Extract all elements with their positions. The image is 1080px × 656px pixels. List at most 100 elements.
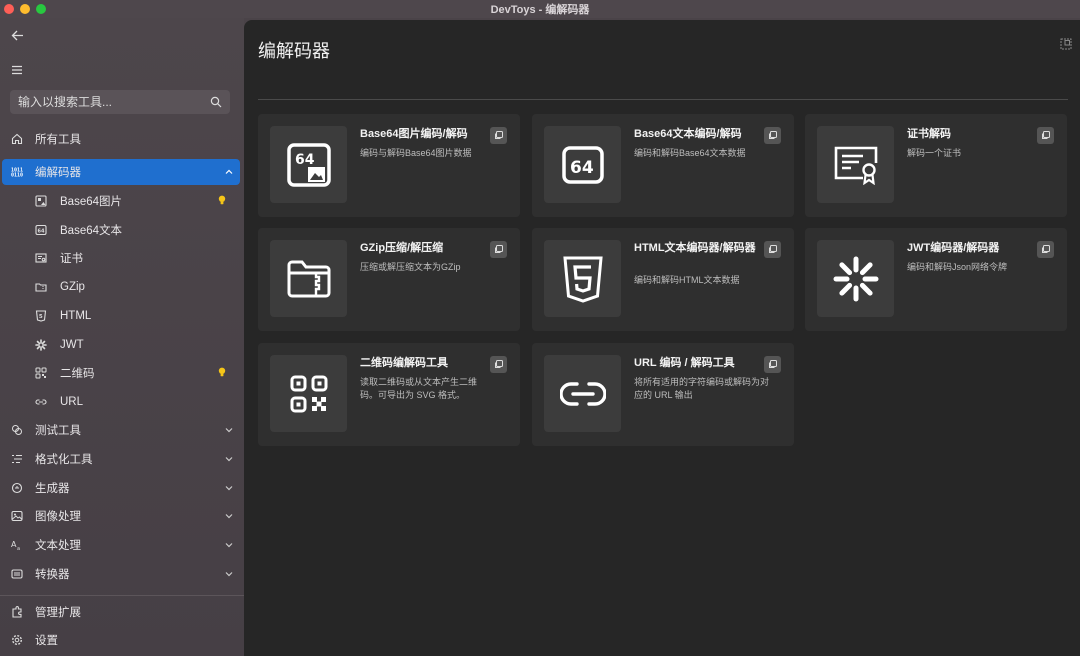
sidebar-item-encoders-decoders[interactable]: 1011 0110 编解码器 — [2, 159, 240, 185]
link-icon — [34, 395, 48, 409]
sidebar-item-gzip[interactable]: GZip — [2, 274, 240, 300]
open-in-new-window-button[interactable] — [764, 356, 781, 373]
tool-card-base64-text[interactable]: 64 Base64文本编码/解码 编码和解码Base64文本数据 — [532, 114, 794, 217]
converter-icon — [10, 567, 24, 581]
new-window-icon — [769, 245, 777, 253]
sidebar-item-label: Base64图片 — [60, 196, 123, 208]
sidebar-item-generators[interactable]: 生成器 — [2, 475, 240, 501]
sidebar-item-label: 编解码器 — [35, 167, 81, 179]
tool-card-qr-code[interactable]: 二维码编解码工具 读取二维码或从文本产生二维码。可导出为 SVG 格式。 — [258, 343, 520, 446]
chevron-down-icon[interactable] — [224, 483, 234, 493]
sidebar-item-base64-image[interactable]: Base64图片 — [2, 188, 240, 214]
sidebar-item-qr-code[interactable]: 二维码 — [2, 360, 240, 386]
hamburger-icon — [12, 65, 22, 75]
open-in-new-window-button[interactable] — [490, 127, 507, 144]
card-description: 读取二维码或从文本产生二维码。可导出为 SVG 格式。 — [360, 377, 478, 400]
chevron-down-icon[interactable] — [224, 540, 234, 550]
certificate-icon — [34, 251, 48, 265]
tool-card-html[interactable]: HTML文本编码器/解码器 编码和解码HTML文本数据 — [532, 228, 794, 331]
card-description: 解码一个证书 — [907, 148, 962, 158]
html5-icon: 5 — [34, 309, 48, 323]
open-in-new-window-button[interactable] — [1037, 241, 1054, 258]
search-icon[interactable] — [210, 96, 222, 108]
sidebar-item-jwt[interactable]: JWT — [2, 332, 240, 358]
minimize-window-button[interactable] — [20, 4, 30, 14]
folder-zip-icon — [270, 240, 347, 317]
window-title: DevToys - 编解码器 — [490, 4, 590, 16]
sidebar-item-all-tools[interactable]: 所有工具 — [2, 126, 240, 152]
chevron-down-icon[interactable] — [224, 454, 234, 464]
svg-text:64: 64 — [295, 152, 315, 168]
tool-card-base64-image[interactable]: 64 Base64图片编码/解码 编码与解码Base64图片数据 — [258, 114, 520, 217]
svg-text:5: 5 — [39, 314, 43, 320]
window-controls — [4, 4, 46, 14]
sidebar: 所有工具 10110110 编解码器 Base64图片 64 Base64文本 … — [0, 18, 244, 656]
card-description: 压缩或解压缩文本为GZip — [360, 262, 461, 272]
sidebar-item-testers[interactable]: 测试工具 — [2, 417, 240, 443]
compact-overlay-icon[interactable] — [1060, 38, 1072, 50]
sidebar-item-settings[interactable]: 设置 — [2, 627, 240, 653]
sidebar-item-url[interactable]: URL — [2, 389, 240, 415]
open-in-new-window-button[interactable] — [490, 241, 507, 258]
qr-code-icon — [270, 355, 347, 432]
sidebar-item-label: 生成器 — [35, 483, 70, 495]
binary-icon: 1011 0110 — [10, 165, 24, 179]
menu-button[interactable] — [8, 61, 26, 79]
link-icon — [544, 355, 621, 432]
chevron-down-icon[interactable] — [224, 511, 234, 521]
new-window-icon — [769, 131, 777, 139]
svg-text:64: 64 — [570, 158, 594, 178]
text-icon: Aa — [10, 538, 24, 552]
open-in-new-window-button[interactable] — [764, 127, 781, 144]
card-title: Base64文本编码/解码 — [634, 128, 742, 140]
card-description: 编码和解码HTML文本数据 — [634, 275, 740, 285]
svg-text:0110: 0110 — [11, 173, 23, 178]
sidebar-item-label: 所有工具 — [35, 134, 81, 146]
search-box[interactable] — [10, 90, 230, 114]
sidebar-item-converters[interactable]: 转换器 — [2, 561, 240, 587]
new-window-icon — [1042, 131, 1050, 139]
tool-card-certificate[interactable]: 证书解码 解码一个证书 — [805, 114, 1067, 217]
sidebar-item-graphic[interactable]: 图像处理 — [2, 503, 240, 529]
sidebar-item-text[interactable]: Aa 文本处理 — [2, 532, 240, 558]
card-title: 证书解码 — [907, 128, 951, 140]
lightbulb-icon — [218, 367, 226, 377]
open-in-new-window-button[interactable] — [1037, 127, 1054, 144]
search-input[interactable] — [18, 95, 210, 109]
chevron-down-icon[interactable] — [224, 425, 234, 435]
back-button[interactable] — [8, 26, 26, 44]
card-title: URL 编码 / 解码工具 — [634, 357, 735, 369]
sidebar-item-manage-extensions[interactable]: 管理扩展 — [2, 599, 240, 625]
open-in-new-window-button[interactable] — [490, 356, 507, 373]
tool-card-gzip[interactable]: GZip压缩/解压缩 压缩或解压缩文本为GZip — [258, 228, 520, 331]
test-icon — [10, 423, 24, 437]
sidebar-item-label: HTML — [60, 310, 92, 322]
sidebar-item-html[interactable]: 5 HTML — [2, 303, 240, 329]
sidebar-item-base64-text[interactable]: 64 Base64文本 — [2, 217, 240, 243]
sidebar-item-label: 文本处理 — [35, 540, 81, 552]
card-description: 编码和解码Json网络令牌 — [907, 262, 1008, 272]
card-description: 编码和解码Base64文本数据 — [634, 148, 746, 158]
image-process-icon — [10, 509, 24, 523]
sidebar-item-label: 管理扩展 — [35, 607, 81, 619]
tool-card-url[interactable]: URL 编码 / 解码工具 将所有适用的字符编码或解码为对应的 URL 输出 — [532, 343, 794, 446]
chevron-down-icon[interactable] — [224, 569, 234, 579]
sidebar-item-label: 格式化工具 — [35, 454, 93, 466]
tool-card-jwt[interactable]: JWT编码器/解码器 编码和解码Json网络令牌 — [805, 228, 1067, 331]
base64-icon: 64 — [34, 223, 48, 237]
open-in-new-window-button[interactable] — [764, 241, 781, 258]
sidebar-item-label: 设置 — [35, 635, 58, 647]
folder-zip-icon — [34, 280, 48, 294]
sidebar-item-certificate[interactable]: 证书 — [2, 245, 240, 271]
sidebar-divider — [0, 595, 244, 596]
new-window-icon — [769, 360, 777, 368]
close-window-button[interactable] — [4, 4, 14, 14]
lightbulb-icon — [218, 195, 226, 205]
zoom-window-button[interactable] — [36, 4, 46, 14]
sidebar-item-formatters[interactable]: 格式化工具 — [2, 446, 240, 472]
page-title: 编解码器 — [258, 41, 330, 61]
new-window-icon — [495, 245, 503, 253]
sidebar-item-label: URL — [60, 396, 84, 408]
card-title: JWT编码器/解码器 — [907, 242, 1000, 254]
chevron-up-icon[interactable] — [224, 167, 234, 177]
